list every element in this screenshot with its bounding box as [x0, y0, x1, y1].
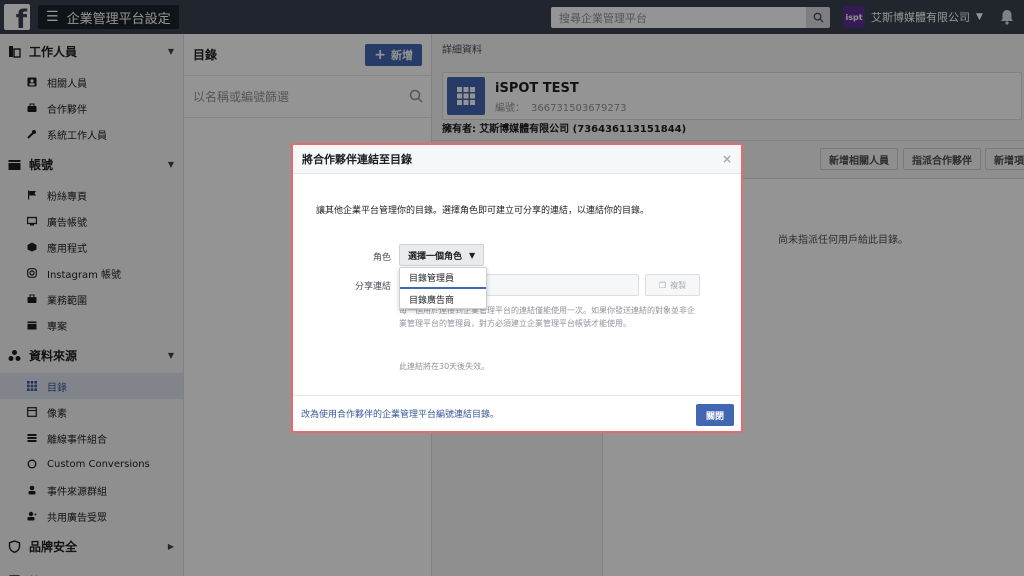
- dialog-footer: 改為使用合作夥伴的企業管理平台編號連結目錄。 關閉: [293, 395, 741, 431]
- link-expiry-note: 此連結將在30天後失效。: [399, 362, 490, 371]
- dialog-description: 讓其他企業平台管理你的目錄。選擇角色即可建立可分享的連結，以連結你的目錄。: [316, 206, 650, 216]
- close-button[interactable]: 關閉: [696, 404, 734, 426]
- role-select[interactable]: 選擇一個角色 ▼: [399, 244, 485, 266]
- role-option-catalog-advertiser[interactable]: 目錄廣告商: [400, 289, 486, 309]
- copy-icon: ❐: [658, 280, 667, 290]
- use-business-id-link[interactable]: 改為使用合作夥伴的企業管理平台編號連結目錄。: [301, 407, 499, 420]
- dialog-title: 將合作夥伴連結至目錄: [302, 153, 412, 166]
- role-label: 角色: [372, 253, 391, 263]
- role-dropdown-menu: 目錄管理員 目錄廣告商: [399, 267, 487, 309]
- connect-partner-dialog: 將合作夥伴連結至目錄 × 讓其他企業平台管理你的目錄。選擇角色即可建立可分享的連…: [291, 143, 743, 433]
- share-link-label: 分享連結: [354, 282, 391, 292]
- copy-link-button[interactable]: ❐ 複製: [645, 274, 700, 296]
- role-option-catalog-admin[interactable]: 目錄管理員: [400, 268, 486, 289]
- close-icon[interactable]: ×: [722, 152, 732, 166]
- dialog-header: 將合作夥伴連結至目錄 ×: [293, 145, 741, 174]
- chevron-down-icon: ▼: [469, 250, 476, 260]
